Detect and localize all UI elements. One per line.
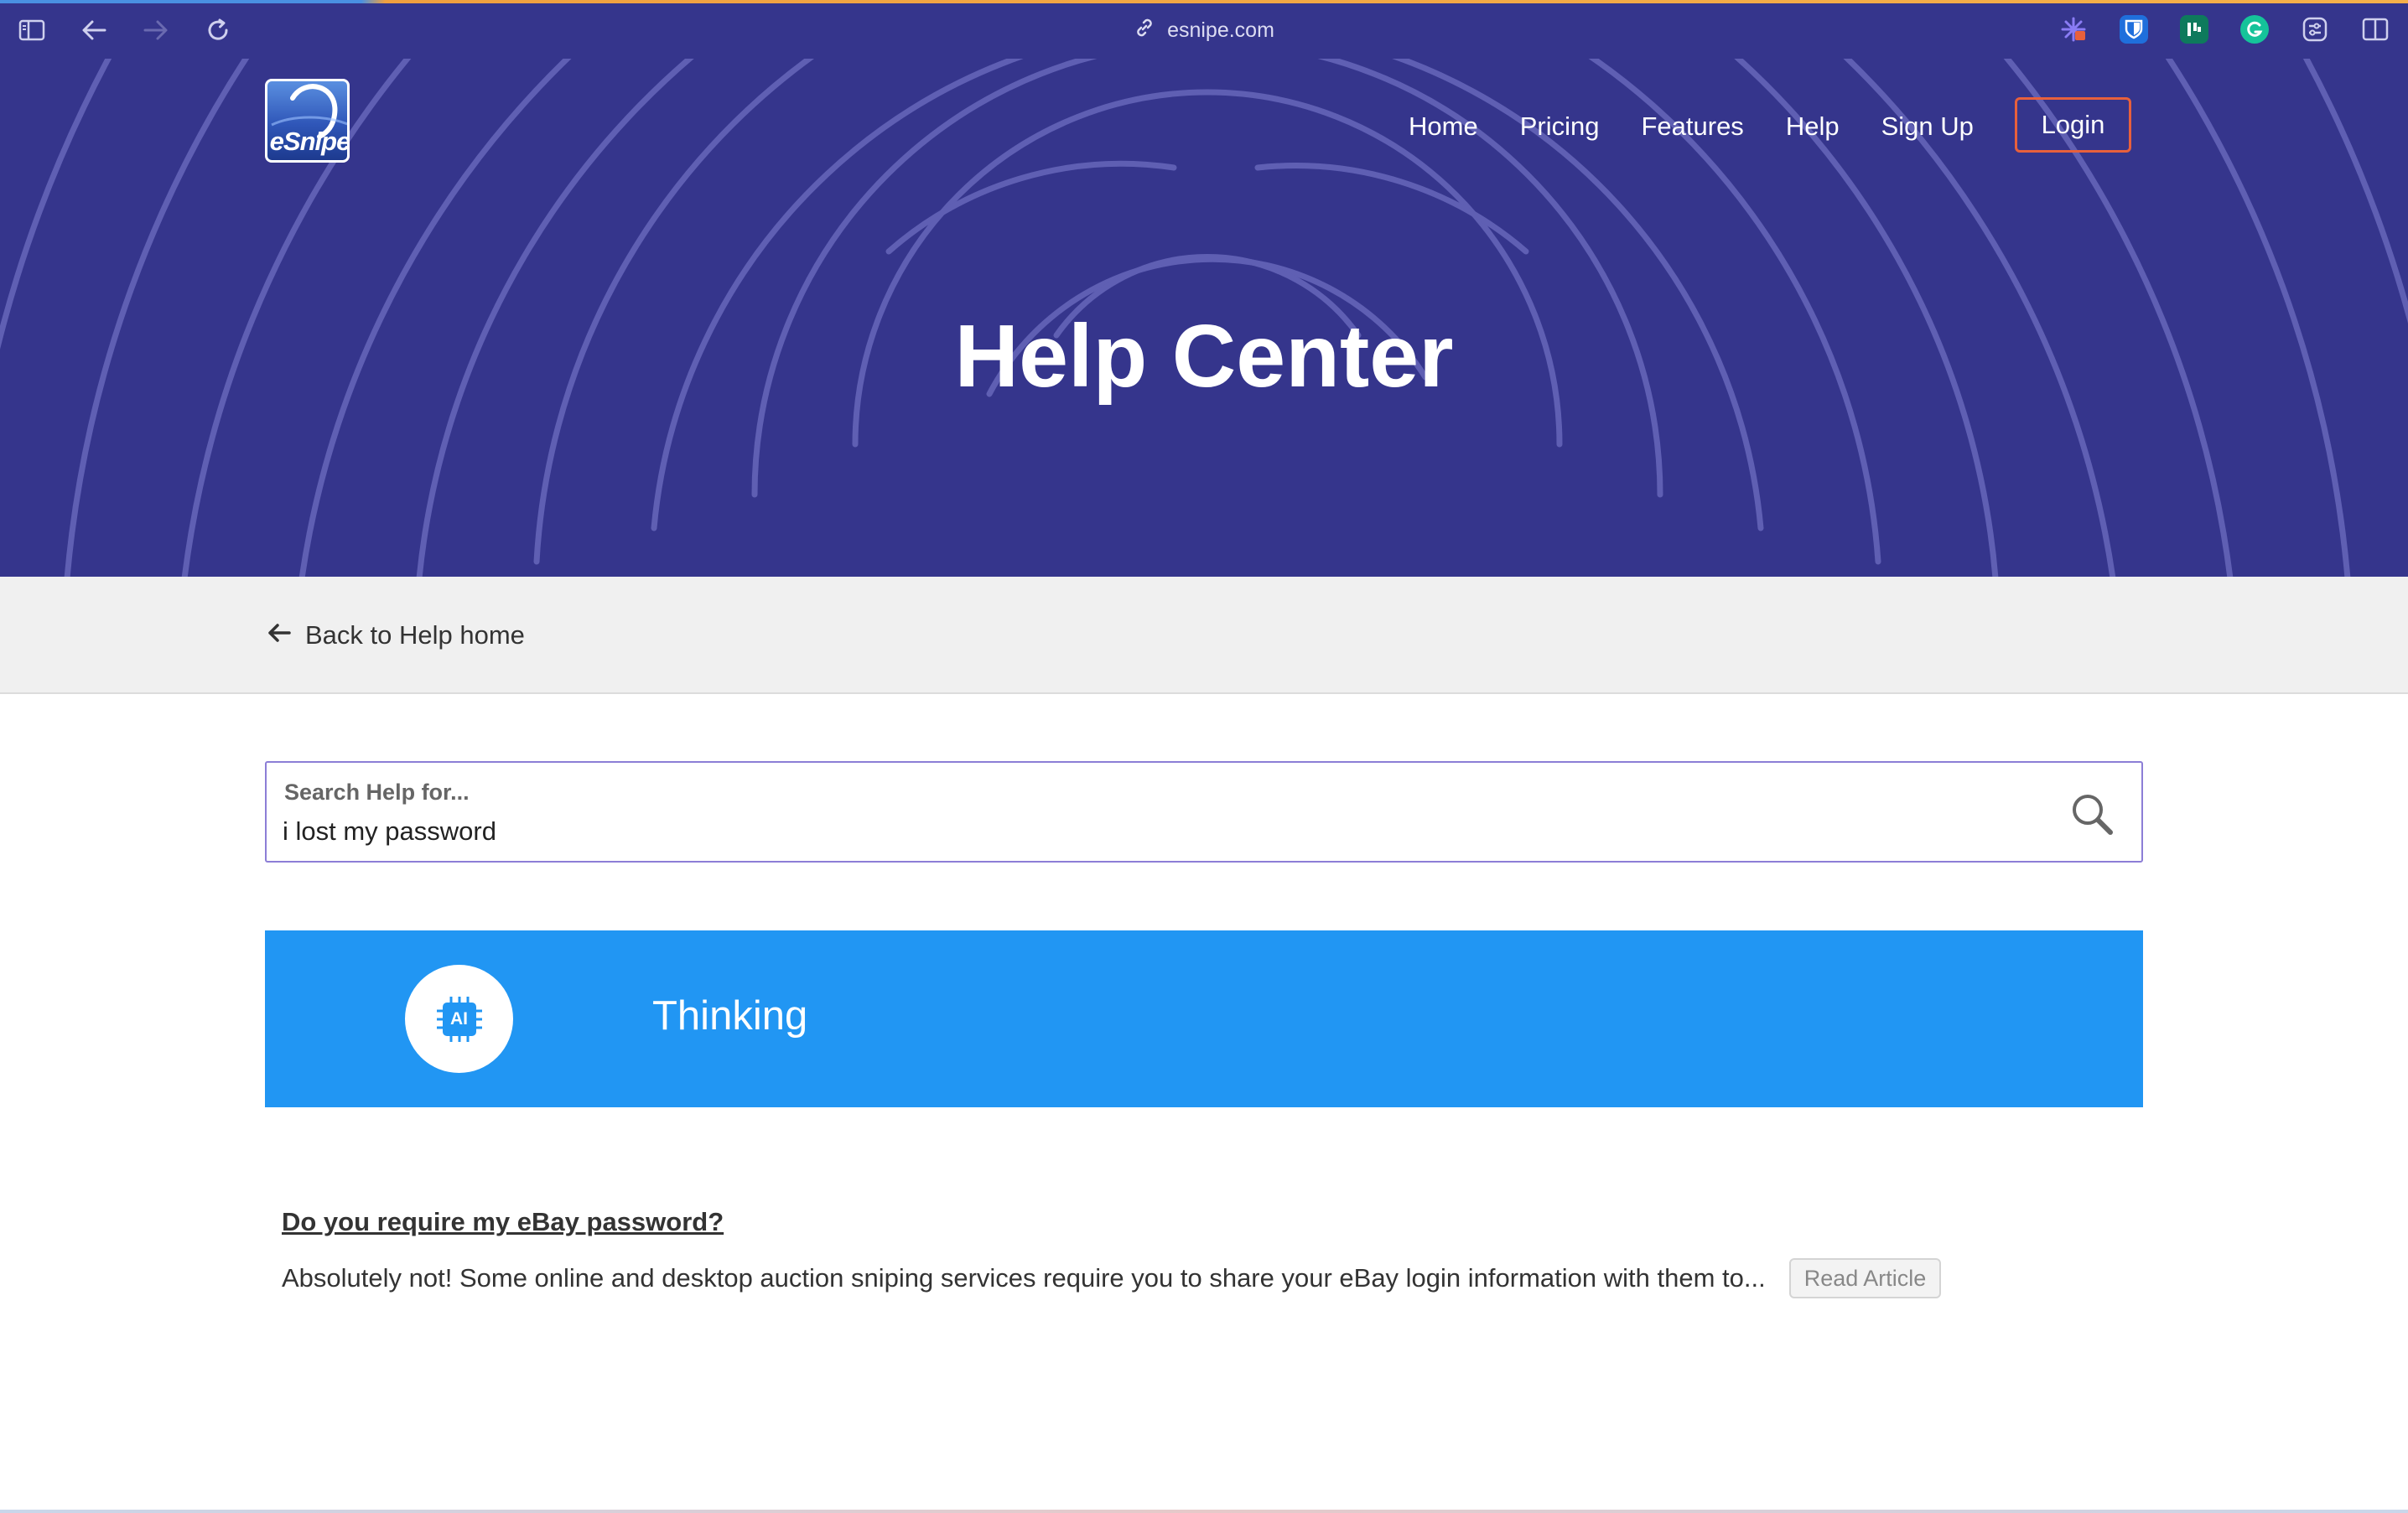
breadcrumb-bar: Back to Help home [0,577,2408,694]
extension-dark-green-icon[interactable] [2180,15,2208,44]
result-title-link[interactable]: Do you require my eBay password? [282,1207,724,1237]
page-load-progress [0,0,2408,3]
nav-home[interactable]: Home [1409,111,1478,142]
sidebar-icon[interactable] [17,15,47,45]
nav-help[interactable]: Help [1786,111,1840,142]
search-label: Search Help for... [284,780,470,805]
hero-banner: eSnipe Home Pricing Features Help Sign U… [0,59,2408,577]
nav-sign-up[interactable]: Sign Up [1881,111,1974,142]
ai-status-text: Thinking [652,993,808,1039]
page-title: Help Center [954,307,1454,406]
help-search-box: Search Help for... [265,761,2143,863]
grammarly-icon[interactable] [2240,15,2269,44]
address-bar[interactable]: esnipe.com [1090,15,1318,45]
back-to-help-link[interactable]: Back to Help home [267,617,525,654]
reload-icon[interactable] [203,15,233,45]
result-excerpt: Absolutely not! Some online and desktop … [282,1263,1766,1293]
search-icon[interactable] [2069,791,2115,837]
ai-status-banner: AI Thinking [265,930,2143,1107]
bitwarden-shield-icon[interactable] [2120,15,2148,44]
nav-pricing[interactable]: Pricing [1520,111,1600,142]
ai-badge-text: AI [450,1008,468,1029]
main-nav: Home Pricing Features Help Sign Up [1409,97,2408,156]
bottom-divider [0,1510,2408,1513]
ai-badge: AI [405,965,513,1073]
read-article-button[interactable]: Read Article [1788,1258,1942,1298]
url-text: esnipe.com [1167,18,1274,42]
settings-sliders-icon[interactable] [2301,15,2329,44]
logo-text: eSnipe [269,127,350,156]
back-arrow-icon [267,620,292,650]
login-button[interactable]: Login [2015,97,2131,153]
search-input[interactable] [283,813,1959,850]
sparkle-extension-icon[interactable] [2059,15,2088,44]
nav-features[interactable]: Features [1641,111,1743,142]
split-view-icon[interactable] [2361,15,2390,44]
esnipe-logo[interactable]: eSnipe [265,79,350,163]
back-link-label: Back to Help home [305,620,525,650]
page: esnipe.com eSnipe Home Pricing Features … [0,0,2408,1513]
result-row: Absolutely not! Some online and desktop … [282,1257,1942,1299]
link-icon [1134,17,1155,44]
browser-toolbar: esnipe.com [0,0,2408,59]
forward-arrow-icon[interactable] [141,15,171,45]
back-arrow-icon[interactable] [79,15,109,45]
